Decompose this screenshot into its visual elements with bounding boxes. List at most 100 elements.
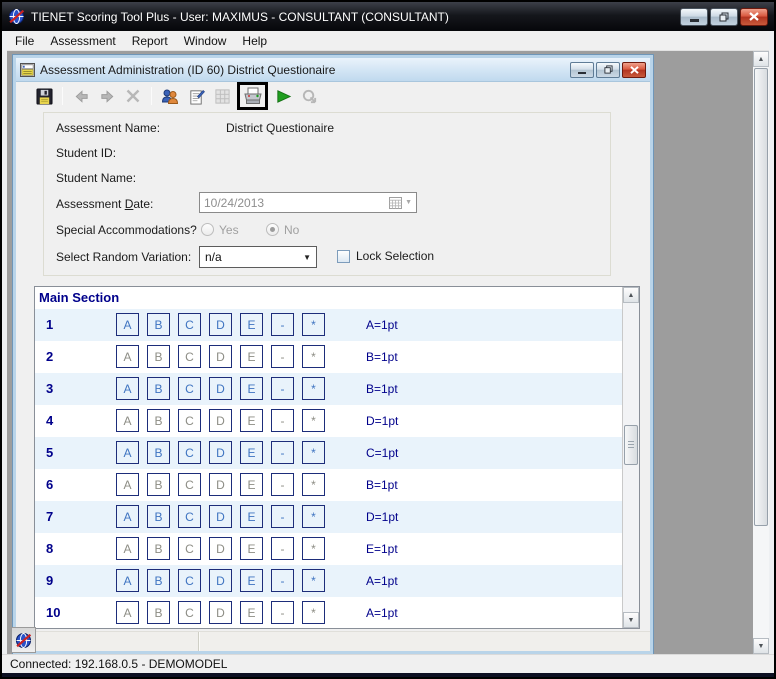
choice-button-d[interactable]: D (209, 441, 232, 464)
choice-button-dash[interactable]: - (271, 505, 294, 528)
choice-button-a[interactable]: A (116, 377, 139, 400)
choice-button-c[interactable]: C (178, 377, 201, 400)
mdi-scrollbar-thumb[interactable] (754, 68, 768, 526)
grid-button[interactable] (210, 84, 234, 108)
menu-window[interactable]: Window (176, 31, 235, 50)
choice-button-e[interactable]: E (240, 601, 263, 624)
choice-button-star[interactable]: * (302, 377, 325, 400)
choice-button-e[interactable]: E (240, 409, 263, 432)
choice-button-dash[interactable]: - (271, 537, 294, 560)
choice-button-dash[interactable]: - (271, 313, 294, 336)
choice-button-c[interactable]: C (178, 601, 201, 624)
forward-button[interactable] (95, 84, 119, 108)
minimize-button[interactable] (680, 8, 708, 26)
save-button[interactable] (32, 84, 56, 108)
mdi-scroll-down-arrow[interactable]: ▼ (753, 638, 769, 654)
choice-button-star[interactable]: * (302, 441, 325, 464)
choice-button-b[interactable]: B (147, 441, 170, 464)
choice-button-d[interactable]: D (209, 505, 232, 528)
menu-report[interactable]: Report (124, 31, 176, 50)
choice-button-dash[interactable]: - (271, 409, 294, 432)
choice-button-dash[interactable]: - (271, 377, 294, 400)
choice-button-c[interactable]: C (178, 505, 201, 528)
choice-button-b[interactable]: B (147, 569, 170, 592)
choice-button-a[interactable]: A (116, 569, 139, 592)
menu-file[interactable]: File (7, 31, 42, 50)
choice-button-dash[interactable]: - (271, 569, 294, 592)
lock-selection-checkbox[interactable] (337, 250, 350, 263)
choice-button-c[interactable]: C (178, 569, 201, 592)
choice-button-d[interactable]: D (209, 377, 232, 400)
choice-button-d[interactable]: D (209, 569, 232, 592)
choice-button-a[interactable]: A (116, 345, 139, 368)
choice-button-c[interactable]: C (178, 473, 201, 496)
choice-button-d[interactable]: D (209, 313, 232, 336)
choice-button-a[interactable]: A (116, 409, 139, 432)
choice-button-e[interactable]: E (240, 537, 263, 560)
choice-button-a[interactable]: A (116, 313, 139, 336)
choice-button-c[interactable]: C (178, 441, 201, 464)
choice-button-a[interactable]: A (116, 505, 139, 528)
choice-button-a[interactable]: A (116, 601, 139, 624)
choice-button-b[interactable]: B (147, 409, 170, 432)
choice-button-e[interactable]: E (240, 345, 263, 368)
choice-button-dash[interactable]: - (271, 601, 294, 624)
choice-button-c[interactable]: C (178, 345, 201, 368)
choice-button-e[interactable]: E (240, 505, 263, 528)
choice-button-e[interactable]: E (240, 313, 263, 336)
scroll-down-arrow[interactable]: ▼ (623, 612, 639, 628)
choice-button-dash[interactable]: - (271, 473, 294, 496)
child-restore-button[interactable] (596, 62, 620, 78)
choice-button-b[interactable]: B (147, 601, 170, 624)
close-button[interactable] (740, 8, 768, 26)
table-scrollbar[interactable]: ▲ ▼ (622, 287, 639, 628)
choice-button-b[interactable]: B (147, 345, 170, 368)
yes-radio[interactable] (201, 223, 214, 236)
choice-button-b[interactable]: B (147, 505, 170, 528)
choice-button-star[interactable]: * (302, 473, 325, 496)
choice-button-d[interactable]: D (209, 473, 232, 496)
properties-button[interactable] (184, 84, 208, 108)
choice-button-dash[interactable]: - (271, 345, 294, 368)
no-radio[interactable] (266, 223, 279, 236)
choice-button-star[interactable]: * (302, 345, 325, 368)
choice-button-a[interactable]: A (116, 537, 139, 560)
choice-button-star[interactable]: * (302, 409, 325, 432)
mdi-scroll-up-arrow[interactable]: ▲ (753, 51, 769, 67)
choice-button-a[interactable]: A (116, 473, 139, 496)
scroll-up-arrow[interactable]: ▲ (623, 287, 639, 303)
users-button[interactable] (158, 84, 182, 108)
choice-button-dash[interactable]: - (271, 441, 294, 464)
scrollbar-thumb[interactable] (624, 425, 638, 465)
choice-button-star[interactable]: * (302, 505, 325, 528)
choice-button-b[interactable]: B (147, 313, 170, 336)
back-button[interactable] (69, 84, 93, 108)
choice-button-c[interactable]: C (178, 409, 201, 432)
choice-button-c[interactable]: C (178, 537, 201, 560)
choice-button-e[interactable]: E (240, 569, 263, 592)
choice-button-star[interactable]: * (302, 313, 325, 336)
choice-button-e[interactable]: E (240, 441, 263, 464)
export-button[interactable] (297, 84, 321, 108)
variation-dropdown[interactable]: n/a ▼ (199, 246, 317, 268)
choice-button-c[interactable]: C (178, 313, 201, 336)
menu-assessment[interactable]: Assessment (42, 31, 123, 50)
run-button[interactable] (271, 84, 295, 108)
choice-button-star[interactable]: * (302, 537, 325, 560)
menu-help[interactable]: Help (234, 31, 275, 50)
choice-button-a[interactable]: A (116, 441, 139, 464)
print-button[interactable] (242, 85, 264, 107)
choice-button-star[interactable]: * (302, 601, 325, 624)
choice-button-b[interactable]: B (147, 537, 170, 560)
choice-button-b[interactable]: B (147, 473, 170, 496)
child-close-button[interactable] (622, 62, 646, 78)
child-minimize-button[interactable] (570, 62, 594, 78)
choice-button-star[interactable]: * (302, 569, 325, 592)
choice-button-e[interactable]: E (240, 473, 263, 496)
choice-button-d[interactable]: D (209, 537, 232, 560)
delete-button[interactable] (121, 84, 145, 108)
restore-button[interactable] (710, 8, 738, 26)
minimized-window-icon[interactable] (11, 627, 36, 653)
mdi-scrollbar[interactable]: ▲ ▼ (753, 51, 769, 654)
choice-button-b[interactable]: B (147, 377, 170, 400)
